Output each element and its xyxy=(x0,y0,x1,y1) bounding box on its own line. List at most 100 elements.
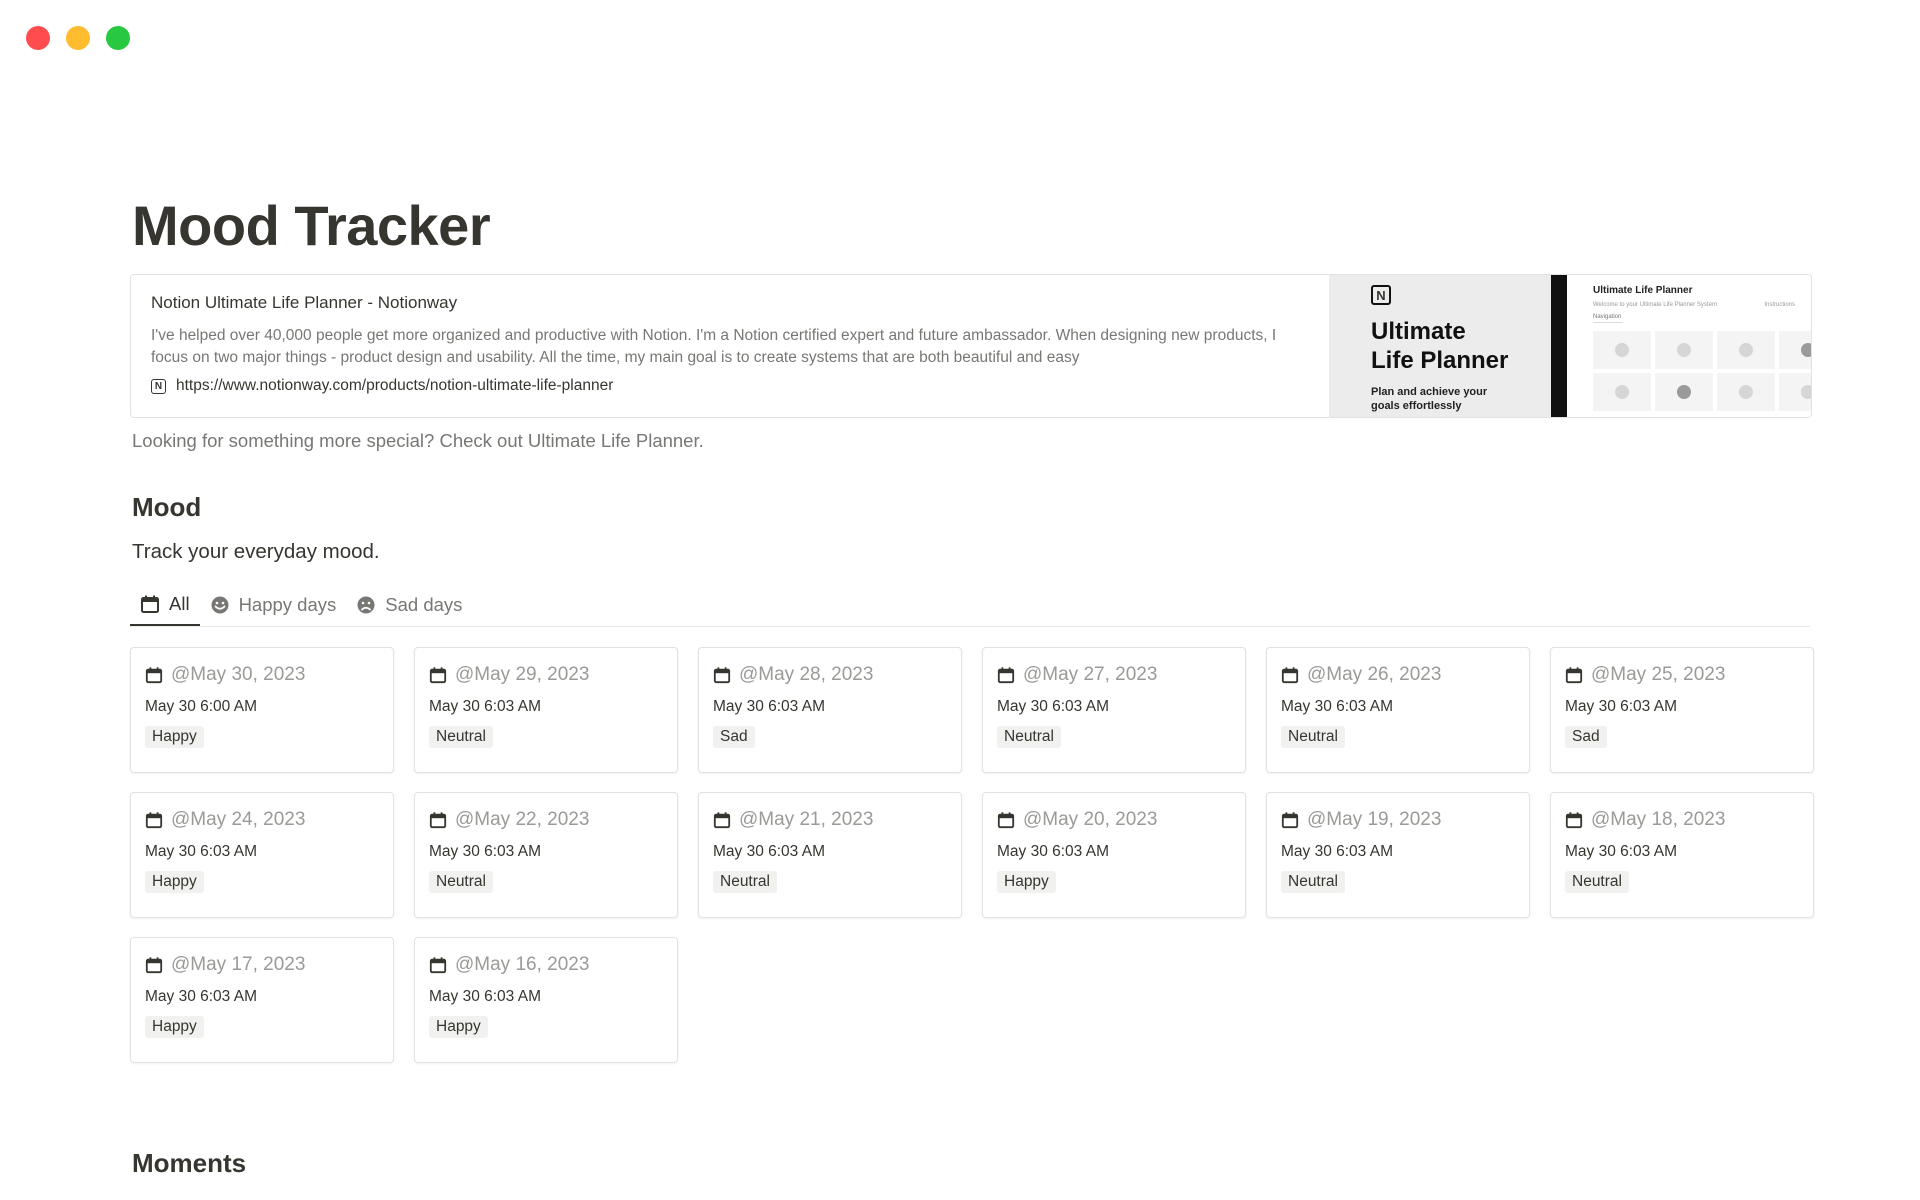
bookmark-thumbnail: N Ultimate Life Planner Plan and achieve… xyxy=(1329,275,1811,417)
card-time: May 30 6:00 AM xyxy=(145,698,258,715)
mood-card[interactable]: @May 18, 2023 May 30 6:03 AM Neutral xyxy=(1550,792,1814,918)
card-time: May 30 6:03 AM xyxy=(429,843,542,860)
preview-grid xyxy=(1593,331,1811,411)
card-date: @May 28, 2023 xyxy=(739,664,874,685)
preview-tile xyxy=(1779,373,1811,411)
bookmark-link[interactable]: N https://www.notionway.com/products/not… xyxy=(151,377,1309,395)
mood-tag: Neutral xyxy=(1281,871,1345,893)
mood-card[interactable]: @May 26, 2023 May 30 6:03 AM Neutral xyxy=(1266,647,1530,773)
preview-tile xyxy=(1655,373,1713,411)
mood-card[interactable]: @May 17, 2023 May 30 6:03 AM Happy xyxy=(130,937,394,1063)
calendar-icon xyxy=(140,594,160,614)
card-date-row: @May 19, 2023 xyxy=(1281,807,1529,833)
card-time: May 30 6:03 AM xyxy=(713,698,826,715)
card-date-row: @May 30, 2023 xyxy=(145,662,393,688)
card-time: May 30 6:03 AM xyxy=(997,698,1110,715)
smile-icon xyxy=(210,595,230,615)
thumbnail-subheading: Plan and achieve your goals effortlessly xyxy=(1371,386,1488,412)
calendar-icon xyxy=(713,667,731,684)
card-date-row: @May 21, 2023 xyxy=(713,807,961,833)
card-date: @May 21, 2023 xyxy=(739,809,874,830)
preview-tile xyxy=(1779,331,1811,369)
mood-card[interactable]: @May 21, 2023 May 30 6:03 AM Neutral xyxy=(698,792,962,918)
mood-card[interactable]: @May 24, 2023 May 30 6:03 AM Happy xyxy=(130,792,394,918)
mood-tag: Neutral xyxy=(1565,871,1629,893)
tab-happy-days[interactable]: Happy days xyxy=(200,584,347,626)
mood-heading: Mood xyxy=(132,492,202,522)
card-date-row: @May 24, 2023 xyxy=(145,807,393,833)
calendar-icon xyxy=(145,667,163,684)
card-date: @May 17, 2023 xyxy=(171,954,306,975)
card-time: May 30 6:03 AM xyxy=(429,988,542,1005)
view-tabs: All Happy days Sad days xyxy=(130,584,1810,627)
preview-tile xyxy=(1717,373,1775,411)
card-time: May 30 6:03 AM xyxy=(429,698,542,715)
mood-card[interactable]: @May 29, 2023 May 30 6:03 AM Neutral xyxy=(414,647,678,773)
preview-tile xyxy=(1593,331,1651,369)
mood-card[interactable]: @May 16, 2023 May 30 6:03 AM Happy xyxy=(414,937,678,1063)
card-date: @May 16, 2023 xyxy=(455,954,590,975)
tab-happy-days-label: Happy days xyxy=(238,594,337,615)
mood-tag: Happy xyxy=(145,726,204,748)
mood-card[interactable]: @May 28, 2023 May 30 6:03 AM Sad xyxy=(698,647,962,773)
mood-tag: Neutral xyxy=(429,726,493,748)
mood-tag: Sad xyxy=(1565,726,1607,748)
card-time: May 30 6:03 AM xyxy=(1281,843,1394,860)
tab-all[interactable]: All xyxy=(130,584,200,626)
mood-tag: Happy xyxy=(145,1016,204,1038)
calendar-icon xyxy=(429,667,447,684)
calendar-icon xyxy=(1565,812,1583,829)
preview-title: Ultimate Life Planner xyxy=(1593,285,1693,296)
tab-sad-days[interactable]: Sad days xyxy=(346,584,472,626)
card-time: May 30 6:03 AM xyxy=(1565,843,1678,860)
card-date-row: @May 26, 2023 xyxy=(1281,662,1529,688)
card-time: May 30 6:03 AM xyxy=(145,988,258,1005)
card-date: @May 24, 2023 xyxy=(171,809,306,830)
mood-card[interactable]: @May 27, 2023 May 30 6:03 AM Neutral xyxy=(982,647,1246,773)
card-time: May 30 6:03 AM xyxy=(1281,698,1394,715)
mood-tag: Sad xyxy=(713,726,755,748)
mood-tag: Neutral xyxy=(1281,726,1345,748)
mood-description: Track your everyday mood. xyxy=(132,540,380,563)
thumbnail-divider xyxy=(1551,275,1567,417)
bookmark-card[interactable]: Notion Ultimate Life Planner - Notionway… xyxy=(130,274,1812,418)
calendar-icon xyxy=(1281,667,1299,684)
calendar-icon xyxy=(429,812,447,829)
card-date: @May 27, 2023 xyxy=(1023,664,1158,685)
card-time: May 30 6:03 AM xyxy=(145,843,258,860)
mood-card[interactable]: @May 22, 2023 May 30 6:03 AM Neutral xyxy=(414,792,678,918)
preview-tile xyxy=(1655,331,1713,369)
page-title: Mood Tracker xyxy=(132,194,491,257)
mood-card[interactable]: @May 19, 2023 May 30 6:03 AM Neutral xyxy=(1266,792,1530,918)
mood-card[interactable]: @May 25, 2023 May 30 6:03 AM Sad xyxy=(1550,647,1814,773)
card-date: @May 20, 2023 xyxy=(1023,809,1158,830)
bookmark-description: I've helped over 40,000 people get more … xyxy=(151,327,1277,366)
card-date-row: @May 28, 2023 xyxy=(713,662,961,688)
thumbnail-heading: Ultimate Life Planner xyxy=(1371,318,1509,374)
card-date: @May 18, 2023 xyxy=(1591,809,1726,830)
preview-subtitle: Welcome to your Ultimate Life Planner Sy… xyxy=(1593,302,1717,308)
calendar-icon xyxy=(997,812,1015,829)
mood-tag: Neutral xyxy=(713,871,777,893)
bookmark-title[interactable]: Notion Ultimate Life Planner - Notionway xyxy=(151,293,1309,313)
calendar-icon xyxy=(429,957,447,974)
thumbnail-preview: Ultimate Life Planner Welcome to your Ul… xyxy=(1567,275,1811,417)
mood-card[interactable]: @May 30, 2023 May 30 6:00 AM Happy xyxy=(130,647,394,773)
mood-tag: Happy xyxy=(997,871,1056,893)
mood-card[interactable]: @May 20, 2023 May 30 6:03 AM Happy xyxy=(982,792,1246,918)
card-date-row: @May 16, 2023 xyxy=(429,952,677,978)
card-date: @May 26, 2023 xyxy=(1307,664,1442,685)
mood-tag: Neutral xyxy=(997,726,1061,748)
card-time: May 30 6:03 AM xyxy=(997,843,1110,860)
sad-face-icon xyxy=(356,595,376,615)
bookmark-text: Notion Ultimate Life Planner - Notionway… xyxy=(131,275,1329,417)
close-window-button[interactable] xyxy=(26,26,50,50)
card-date-row: @May 18, 2023 xyxy=(1565,807,1813,833)
calendar-icon xyxy=(145,957,163,974)
card-date-row: @May 22, 2023 xyxy=(429,807,677,833)
bookmark-url[interactable]: https://www.notionway.com/products/notio… xyxy=(176,377,613,395)
maximize-window-button[interactable] xyxy=(106,26,130,50)
minimize-window-button[interactable] xyxy=(66,26,90,50)
preview-tile xyxy=(1593,373,1651,411)
card-date: @May 19, 2023 xyxy=(1307,809,1442,830)
